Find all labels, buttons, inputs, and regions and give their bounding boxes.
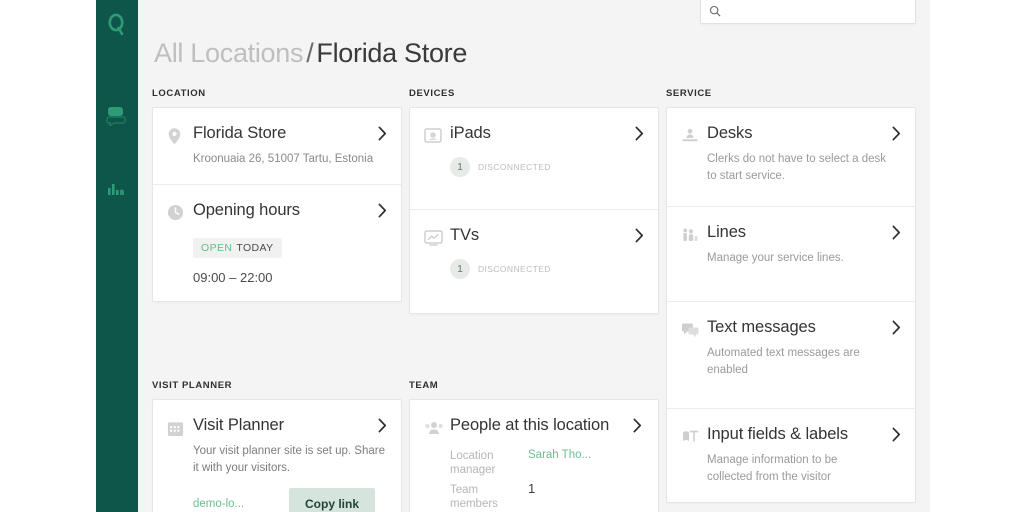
chevron-right-icon[interactable] <box>633 418 642 433</box>
visit-planner-description: Your visit planner site is set up. Share… <box>193 445 385 474</box>
device-count: 1 <box>450 157 470 177</box>
chevron-right-icon[interactable] <box>892 225 901 240</box>
app-screen: All Locations / Florida Store LOCATION Flo… <box>0 0 1024 512</box>
store-address: Kroonuaia 26, 51007 Tartu, Estonia <box>193 153 374 165</box>
right-margin <box>930 0 1024 512</box>
card-title: iPads <box>450 124 491 142</box>
card-title: Lines <box>707 223 746 242</box>
logo-q-icon[interactable] <box>102 10 132 40</box>
breadcrumb-current: Florida Store <box>316 38 468 68</box>
column-devices: DEVICES iPads 1 DISCONNECTED TVs 1 DISCO… <box>409 88 659 314</box>
statistics-icon[interactable] <box>102 174 132 204</box>
lines-description: Manage your service lines. <box>707 252 844 265</box>
tv-icon <box>424 227 450 249</box>
card-input-fields-labels[interactable]: Input fields & labels Manage information… <box>667 408 915 501</box>
search-input[interactable] <box>728 5 898 17</box>
breadcrumb-all-locations[interactable]: All Locations <box>154 38 304 68</box>
location-card-group: Florida Store Kroonuaia 26, 51007 Tartu,… <box>152 107 402 302</box>
main-content: All Locations / Florida Store LOCATION Flo… <box>138 0 930 512</box>
desks-description: Clerks do not have to select a desk to s… <box>707 153 886 182</box>
location-pin-icon <box>167 125 193 147</box>
search-icon <box>709 5 721 17</box>
chevron-right-icon[interactable] <box>892 427 901 442</box>
section-label-location: LOCATION <box>152 88 206 99</box>
chevron-right-icon[interactable] <box>892 320 901 335</box>
section-label-visit-planner: VISIT PLANNER <box>152 380 233 391</box>
text-messages-description: Automated text messages are enabled <box>707 347 860 376</box>
device-count: 1 <box>450 259 470 279</box>
card-title: Florida Store <box>193 124 287 142</box>
messages-icon[interactable] <box>102 100 132 130</box>
chat-bubbles-icon <box>681 319 707 341</box>
card-opening-hours[interactable]: Opening hours OPEN TODAY 09:00 – 22:00 <box>153 183 401 301</box>
input-fields-icon <box>681 426 707 448</box>
breadcrumb: All Locations / Florida Store <box>154 38 467 69</box>
section-label-service: SERVICE <box>666 88 712 99</box>
section-label-devices: DEVICES <box>409 88 455 99</box>
card-text-messages[interactable]: Text messages Automated text messages ar… <box>667 301 915 408</box>
manager-label: Location manager <box>450 450 496 477</box>
members-count: 1 <box>528 480 536 496</box>
card-tvs[interactable]: TVs 1 DISCONNECTED <box>410 209 658 313</box>
badge-open-text: OPEN <box>201 241 233 254</box>
card-florida-store[interactable]: Florida Store Kroonuaia 26, 51007 Tartu,… <box>153 108 401 184</box>
card-title: Text messages <box>707 318 816 337</box>
members-label: Team members <box>450 483 498 511</box>
chevron-right-icon[interactable] <box>378 126 387 141</box>
device-status: DISCONNECTED <box>478 162 551 172</box>
desk-icon <box>681 125 707 147</box>
column-location: LOCATION Florida Store Kroonuaia 26, 510… <box>152 88 402 302</box>
chevron-right-icon[interactable] <box>378 418 387 433</box>
column-service: SERVICE Desks Clerks do not have to sele… <box>666 88 916 503</box>
card-title: Input fields & labels <box>707 425 848 444</box>
search-bar[interactable] <box>700 0 916 24</box>
breadcrumb-separator: / <box>306 38 314 68</box>
chevron-right-icon[interactable] <box>635 126 644 141</box>
card-visit-planner[interactable]: Visit Planner Your visit planner site is… <box>153 400 401 512</box>
service-card-group: Desks Clerks do not have to select a des… <box>666 107 916 503</box>
section-label-team: TEAM <box>409 380 439 391</box>
ipad-icon <box>424 125 450 147</box>
card-people-at-location[interactable]: People at this location Location manager… <box>410 400 658 512</box>
calendar-icon <box>167 417 193 439</box>
clock-icon <box>167 202 193 224</box>
column-team: TEAM People at this location Location ma… <box>409 380 659 512</box>
visit-planner-card-group: Visit Planner Your visit planner site is… <box>152 399 402 512</box>
badge-today-text: TODAY <box>236 241 274 254</box>
card-ipads[interactable]: iPads 1 DISCONNECTED <box>410 108 658 209</box>
team-card-group: People at this location Location manager… <box>409 399 659 512</box>
team-manager-row: Location manager Sarah Tho... <box>450 449 644 478</box>
input-fields-description: Manage information to be collected from … <box>707 454 838 484</box>
card-lines[interactable]: Lines Manage your service lines. <box>667 206 915 301</box>
team-members-row: Team members 1 <box>450 480 644 512</box>
lines-icon <box>681 224 707 246</box>
card-title: TVs <box>450 226 480 244</box>
opening-hours-value: 09:00 – 22:00 <box>193 269 273 285</box>
device-status: DISCONNECTED <box>478 264 551 274</box>
copy-link-button[interactable]: Copy link <box>289 488 376 512</box>
card-desks[interactable]: Desks Clerks do not have to select a des… <box>667 108 915 206</box>
left-sidebar <box>96 0 138 512</box>
status-badge-open-today: OPEN TODAY <box>193 237 282 258</box>
devices-card-group: iPads 1 DISCONNECTED TVs 1 DISCONNECTED <box>409 107 659 314</box>
column-visit-planner: VISIT PLANNER Visit Planner Your visit p… <box>152 380 402 512</box>
card-title: People at this location <box>450 416 610 434</box>
card-title: Visit Planner <box>193 416 285 434</box>
card-title: Opening hours <box>193 200 300 219</box>
chevron-right-icon[interactable] <box>378 203 387 218</box>
visit-planner-link[interactable]: demo-lo... <box>193 498 289 510</box>
card-title: Desks <box>707 124 753 142</box>
manager-name[interactable]: Sarah Tho... <box>528 449 591 461</box>
chevron-right-icon[interactable] <box>635 228 644 243</box>
people-icon <box>424 417 450 439</box>
chevron-right-icon[interactable] <box>892 126 901 141</box>
